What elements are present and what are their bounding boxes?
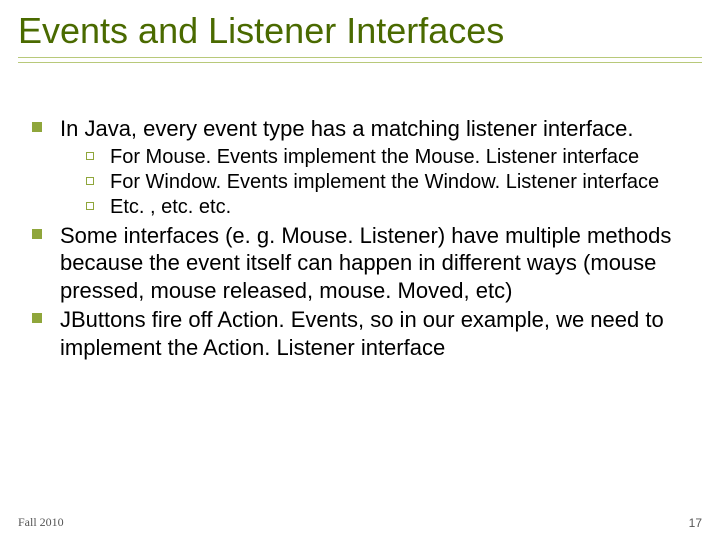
footer-date: Fall 2010 — [18, 515, 64, 530]
list-item: Etc. , etc. etc. — [82, 195, 696, 220]
bullet-text: In Java, every event type has a matching… — [60, 116, 634, 141]
list-item: JButtons fire off Action. Events, so in … — [24, 306, 696, 361]
sub-bullet-text: For Window. Events implement the Window.… — [110, 171, 659, 193]
page-title: Events and Listener Interfaces — [18, 10, 702, 51]
list-item: For Window. Events implement the Window.… — [82, 170, 696, 195]
list-item: In Java, every event type has a matching… — [24, 115, 696, 220]
page-number: 17 — [689, 516, 702, 530]
title-underline — [18, 57, 702, 65]
square-bullet-icon — [32, 313, 42, 323]
bullet-text: Some interfaces (e. g. Mouse. Listener) … — [60, 223, 671, 303]
bullet-text: JButtons fire off Action. Events, so in … — [60, 307, 664, 360]
square-bullet-icon — [32, 122, 42, 132]
bullet-list: In Java, every event type has a matching… — [24, 115, 696, 361]
square-outline-bullet-icon — [86, 152, 94, 160]
sub-bullet-list: For Mouse. Events implement the Mouse. L… — [60, 145, 696, 220]
square-bullet-icon — [32, 229, 42, 239]
list-item: Some interfaces (e. g. Mouse. Listener) … — [24, 222, 696, 305]
sub-bullet-text: Etc. , etc. etc. — [110, 196, 231, 218]
sub-bullet-text: For Mouse. Events implement the Mouse. L… — [110, 146, 639, 168]
square-outline-bullet-icon — [86, 202, 94, 210]
square-outline-bullet-icon — [86, 177, 94, 185]
content-area: In Java, every event type has a matching… — [18, 115, 702, 361]
list-item: For Mouse. Events implement the Mouse. L… — [82, 145, 696, 170]
slide: Events and Listener Interfaces In Java, … — [0, 0, 720, 540]
